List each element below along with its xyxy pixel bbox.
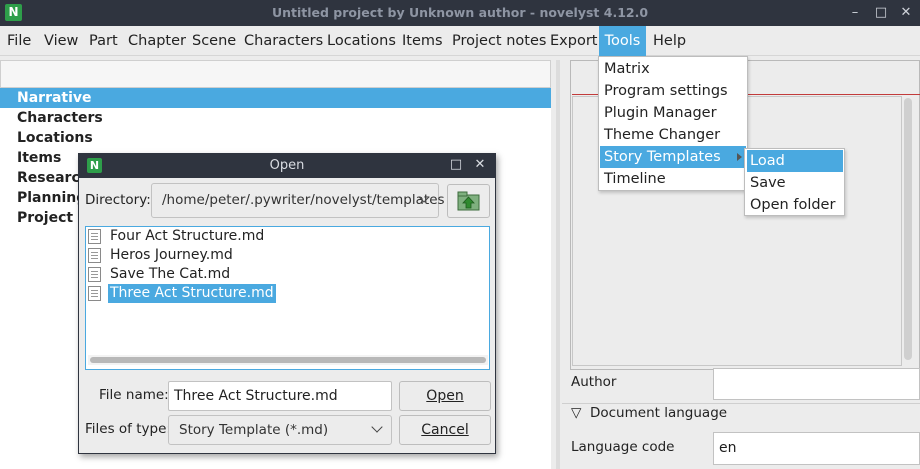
file-item-four-act[interactable]: Four Act Structure.md [88, 227, 268, 246]
file-list-hscrollbar[interactable] [88, 355, 488, 365]
menu-help[interactable]: Help [650, 26, 689, 56]
menu-tools[interactable]: Tools [599, 26, 646, 56]
submenu-arrow-icon [737, 153, 742, 161]
dialog-title: Open [269, 158, 305, 173]
window-titlebar: N Untitled project by Unknown author - n… [0, 0, 920, 26]
file-name-text: Four Act Structure.md [110, 228, 265, 244]
document-icon [88, 286, 101, 301]
document-icon [88, 267, 101, 282]
menu-item-program-settings[interactable]: Program settings [600, 80, 746, 102]
document-icon [88, 229, 101, 244]
tree-item-narrative[interactable]: Narrative [0, 88, 551, 108]
panel-separator [562, 403, 920, 404]
folder-up-icon [457, 191, 480, 211]
window-title: Untitled project by Unknown author - nov… [271, 5, 649, 20]
author-label: Author [571, 374, 617, 390]
file-name-text-selected: Three Act Structure.md [108, 284, 276, 303]
open-button-label: Open [426, 388, 464, 404]
menu-item-story-templates[interactable]: Story Templates [600, 146, 746, 168]
description-scrollbar[interactable] [904, 98, 912, 360]
menu-item-timeline[interactable]: Timeline [600, 168, 746, 190]
cancel-button[interactable]: Cancel [399, 415, 491, 445]
menu-view[interactable]: View [41, 26, 81, 56]
submenu-item-load[interactable]: Load [747, 150, 843, 172]
close-button[interactable]: ✕ [897, 4, 915, 22]
menu-export[interactable]: Export [547, 26, 600, 56]
story-templates-label: Story Templates [604, 149, 721, 165]
menu-project-notes[interactable]: Project notes [449, 26, 549, 56]
file-item-three-act[interactable]: Three Act Structure.md [88, 284, 278, 303]
cancel-button-label: Cancel [421, 422, 469, 438]
file-name-text: Save The Cat.md [110, 266, 231, 282]
dialog-close-button[interactable]: ✕ [472, 157, 488, 173]
open-button[interactable]: Open [399, 381, 491, 411]
file-item-heros-journey[interactable]: Heros Journey.md [88, 246, 268, 265]
submenu-item-save[interactable]: Save [747, 172, 843, 194]
menu-part[interactable]: Part [86, 26, 121, 56]
story-templates-submenu: Load Save Open folder [744, 148, 845, 216]
file-list[interactable]: Four Act Structure.md Heros Journey.md S… [85, 226, 490, 370]
menu-characters[interactable]: Characters [241, 26, 326, 56]
menu-locations[interactable]: Locations [324, 26, 399, 56]
submenu-item-open-folder[interactable]: Open folder [747, 194, 843, 216]
directory-label: Directory: [85, 192, 151, 208]
menu-item-matrix[interactable]: Matrix [600, 58, 746, 80]
files-of-type-label: Files of type: [85, 421, 171, 437]
document-language-toggle[interactable]: ▽ Document language [571, 405, 727, 421]
menu-file[interactable]: File [4, 26, 34, 56]
menu-item-theme-changer[interactable]: Theme Changer [600, 124, 746, 146]
collapse-triangle-icon: ▽ [571, 405, 582, 421]
file-name-label: File name: [99, 387, 169, 403]
files-of-type-value: Story Template (*.md) [179, 422, 329, 438]
document-language-header: Document language [589, 405, 728, 421]
file-name-input[interactable]: Three Act Structure.md [168, 381, 392, 411]
language-code-label: Language code [571, 439, 675, 455]
directory-combobox[interactable]: /home/peter/.pywriter/novelyst/templates [151, 183, 445, 218]
author-field[interactable] [713, 368, 920, 400]
minimize-button[interactable]: – [846, 4, 864, 22]
pane-splitter[interactable] [556, 60, 560, 469]
document-icon [88, 248, 101, 263]
tree-item-locations[interactable]: Locations [0, 128, 551, 148]
tools-menu: Matrix Program settings Plugin Manager T… [598, 56, 748, 191]
menubar: File View Part Chapter Scene Characters … [0, 26, 920, 56]
open-dialog: N Open □ ✕ Directory: /home/peter/.pywri… [78, 153, 496, 454]
restore-button[interactable]: □ [872, 4, 890, 22]
menu-item-plugin-manager[interactable]: Plugin Manager [600, 102, 746, 124]
menu-scene[interactable]: Scene [189, 26, 239, 56]
menu-chapter[interactable]: Chapter [125, 26, 189, 56]
menu-items[interactable]: Items [399, 26, 446, 56]
language-code-field[interactable]: en [713, 432, 920, 465]
tree-header [0, 60, 551, 88]
files-of-type-combobox[interactable]: Story Template (*.md) [168, 415, 392, 445]
scrollbar-thumb[interactable] [90, 357, 486, 363]
chevron-down-icon [371, 421, 383, 433]
file-name-text: Heros Journey.md [110, 247, 233, 263]
dialog-maximize-button[interactable]: □ [448, 157, 464, 173]
parent-directory-button[interactable] [447, 184, 490, 218]
file-item-save-the-cat[interactable]: Save The Cat.md [88, 265, 268, 284]
dialog-titlebar: N Open □ ✕ [79, 154, 495, 178]
tree-item-characters[interactable]: Characters [0, 108, 551, 128]
directory-value: /home/peter/.pywriter/novelyst/templates [162, 192, 445, 208]
